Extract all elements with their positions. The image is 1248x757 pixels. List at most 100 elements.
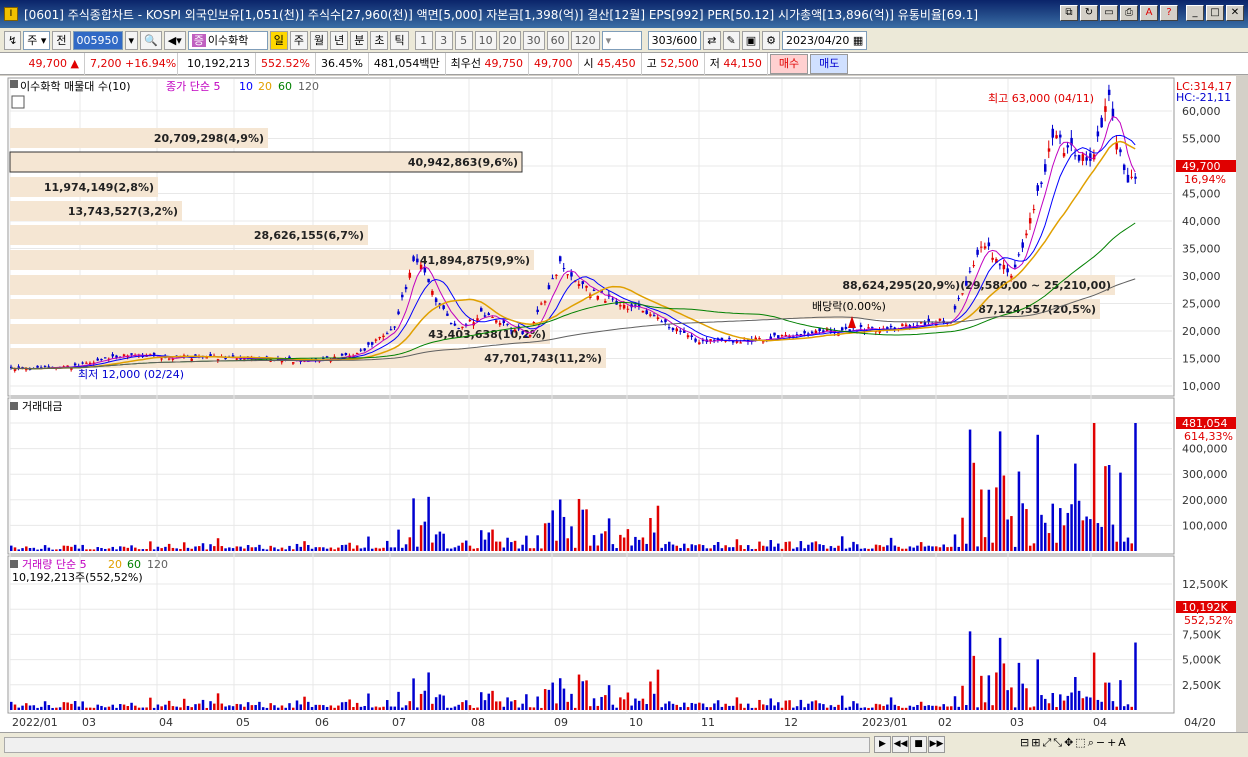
plus-icon[interactable]: + [1107, 736, 1116, 750]
unit-5[interactable]: 5 [454, 30, 473, 50]
interval-second[interactable]: 초 [370, 30, 389, 50]
dropdown-icon[interactable]: ▾ [124, 30, 139, 50]
interval-tick[interactable]: 틱 [390, 30, 409, 50]
panel-handle-icon[interactable] [10, 80, 18, 88]
amount-bar [874, 544, 878, 551]
save-icon[interactable]: ▣ [741, 30, 761, 50]
amount-bar [491, 529, 494, 551]
fit-all-icon[interactable]: ⊞ [1031, 736, 1040, 750]
help-icon[interactable]: ? [1160, 5, 1178, 21]
interval-year[interactable]: 년 [330, 30, 349, 50]
amount-bar [160, 548, 163, 551]
volume-bar [70, 703, 73, 710]
minus-icon[interactable]: − [1096, 736, 1105, 750]
candle-body [513, 329, 517, 331]
amount-bar [216, 538, 220, 551]
search-icon[interactable]: 🔍 [140, 30, 162, 50]
interval-day[interactable]: 일 [269, 30, 288, 50]
amount-bar [871, 548, 874, 551]
amount-bar [840, 536, 844, 551]
stop-icon[interactable]: ■ [910, 736, 927, 753]
maximize-button[interactable]: □ [1206, 5, 1224, 21]
interval-minute[interactable]: 분 [350, 30, 369, 50]
close-button[interactable]: ✕ [1226, 5, 1244, 21]
candle-body [374, 339, 378, 341]
interval-week[interactable]: 주 [289, 30, 308, 50]
volume-bar [739, 703, 742, 710]
chart-area[interactable]: 20,709,298(4,9%) 40,942,863(9,6%) 11,974,1… [0, 76, 1248, 732]
panel-handle-icon[interactable] [10, 402, 18, 410]
horizontal-scrollbar[interactable] [4, 737, 870, 753]
candle-body [803, 331, 806, 334]
buy-button[interactable]: 매수 [769, 53, 809, 74]
volume-bar [1107, 682, 1111, 710]
volume-bar [859, 707, 863, 710]
volume-bar [867, 707, 870, 710]
interval-month[interactable]: 월 [309, 30, 329, 50]
candle-body [389, 329, 393, 331]
fit-icon[interactable]: ⊟ [1020, 736, 1029, 750]
candle-body [412, 256, 415, 261]
unit-1[interactable]: 1 [414, 30, 433, 50]
compare-icon[interactable]: ⇄ [703, 30, 721, 50]
amount-bar [837, 545, 840, 551]
stock-name-field[interactable]: 증 이수화학 [187, 30, 268, 50]
rewind-icon[interactable]: ◀◀ [892, 736, 909, 753]
print-icon[interactable]: ⎙ [1120, 5, 1138, 21]
candle-body [1036, 185, 1039, 191]
settings-icon[interactable]: ⚙ [762, 30, 781, 50]
volume-bar [62, 702, 66, 710]
stock-code-input[interactable]: 005950 [72, 30, 123, 50]
panel-scrollbar[interactable] [1236, 76, 1248, 732]
candle-body [401, 294, 404, 298]
window-icon[interactable]: ▭ [1100, 5, 1118, 21]
volume-bar [111, 704, 115, 710]
amount-bar [235, 546, 239, 551]
unit-60[interactable]: 60 [546, 30, 569, 50]
volume-bar [1081, 698, 1085, 710]
volume-bar [40, 706, 43, 710]
prev-button[interactable]: 전 [52, 30, 71, 50]
volume-bar [344, 701, 348, 710]
shrink-icon[interactable]: ⤡ [1053, 736, 1062, 750]
unit-20[interactable]: 20 [498, 30, 521, 50]
amount-bar [250, 547, 254, 551]
move-icon[interactable]: ✥ [1064, 736, 1073, 750]
play-icon[interactable]: ▶ [874, 736, 891, 753]
unit-120[interactable]: 120 [570, 30, 600, 50]
amount-bar [690, 544, 694, 551]
volume-bar [228, 705, 231, 710]
panel-handle-icon[interactable] [10, 560, 18, 568]
link-icon[interactable]: ⧉ [1060, 5, 1078, 21]
tool-icon[interactable]: ✎ [722, 30, 740, 50]
volume-bar [517, 707, 521, 710]
pin-icon[interactable]: ↯ [4, 30, 22, 50]
chart-canvas[interactable]: 20,709,298(4,9%) 40,942,863(9,6%) 11,974,1… [0, 76, 1236, 732]
unit-30[interactable]: 30 [522, 30, 545, 50]
speaker-icon[interactable]: ◀▾ [163, 30, 186, 50]
font-icon[interactable]: A [1140, 5, 1158, 21]
volume-tick-label: 2,500K [1182, 679, 1221, 692]
font-size-icon[interactable]: A [1118, 736, 1126, 750]
unit-10[interactable]: 10 [474, 30, 497, 50]
minimize-button[interactable]: _ [1186, 5, 1204, 21]
candle-body [675, 328, 679, 332]
zoom-search-icon[interactable]: ⌕ [1088, 736, 1094, 750]
expand-icon[interactable]: ⤢ [1042, 736, 1051, 750]
amount-bar [340, 545, 344, 551]
amount-bar [893, 545, 897, 551]
forward-icon[interactable]: ▶▶ [928, 736, 945, 753]
date-field[interactable]: 2023/04/20 ▦ [782, 30, 868, 50]
amount-bar [694, 545, 697, 551]
sell-button[interactable]: 매도 [810, 53, 849, 74]
candle-body [1077, 154, 1081, 161]
refresh-icon[interactable]: ↻ [1080, 5, 1098, 21]
period-select[interactable]: 주 ▾ [23, 30, 51, 50]
table-icon[interactable] [11, 95, 25, 109]
volume-tick-label: 5,000K [1182, 654, 1221, 667]
count-field[interactable]: 303/600 [647, 30, 702, 50]
amount-bar [295, 543, 299, 551]
select-icon[interactable]: ⬚ [1075, 736, 1085, 750]
unit-3[interactable]: 3 [434, 30, 453, 50]
custom-unit-select[interactable]: ▾ [601, 30, 642, 50]
